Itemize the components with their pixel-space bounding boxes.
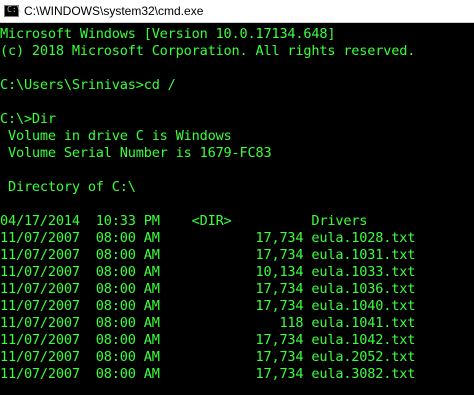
console-line: C:\Users\Srinivas>cd / (0, 77, 176, 93)
dir-entry-row: 11/07/2007 08:00 AM 118 eula.1041.txt (0, 315, 416, 331)
console-line: (c) 2018 Microsoft Corporation. All righ… (0, 43, 416, 59)
console-line: Volume Serial Number is 1679-FC83 (0, 145, 272, 161)
dir-entry-row: 11/07/2007 08:00 AM 17,734 eula.1028.txt (0, 230, 416, 246)
cmd-window: C:\ C:\WINDOWS\system32\cmd.exe Microsof… (0, 0, 474, 395)
console-output[interactable]: Microsoft Windows [Version 10.0.17134.64… (0, 23, 474, 395)
dir-entry-row: 11/07/2007 08:00 AM 17,734 eula.1040.txt (0, 298, 416, 314)
console-line: Volume in drive C is Windows (0, 128, 232, 144)
window-title: C:\WINDOWS\system32\cmd.exe (24, 4, 204, 18)
dir-entry-row: 11/07/2007 08:00 AM 17,734 eula.2052.txt (0, 349, 416, 365)
dir-entry-row: 11/07/2007 08:00 AM 17,734 eula.1036.txt (0, 281, 416, 297)
title-bar[interactable]: C:\ C:\WINDOWS\system32\cmd.exe (0, 0, 474, 23)
dir-entry-row: 11/07/2007 08:00 AM 17,734 eula.1042.txt (0, 332, 416, 348)
cmd-icon: C:\ (4, 5, 22, 17)
cmd-icon-glyph: C:\ (7, 5, 22, 14)
console-line: Microsoft Windows [Version 10.0.17134.64… (0, 26, 336, 42)
dir-entry-row: 11/07/2007 08:00 AM 17,734 eula.3082.txt (0, 366, 416, 382)
dir-entry-row: 11/07/2007 08:00 AM 17,734 eula.1031.txt (0, 247, 416, 263)
dir-entry-row: 04/17/2014 10:33 PM <DIR> Drivers (0, 213, 368, 229)
console-line: Directory of C:\ (0, 179, 136, 195)
console-line: C:\>Dir (0, 111, 56, 127)
dir-entry-row: 11/07/2007 08:00 AM 10,134 eula.1033.txt (0, 264, 416, 280)
